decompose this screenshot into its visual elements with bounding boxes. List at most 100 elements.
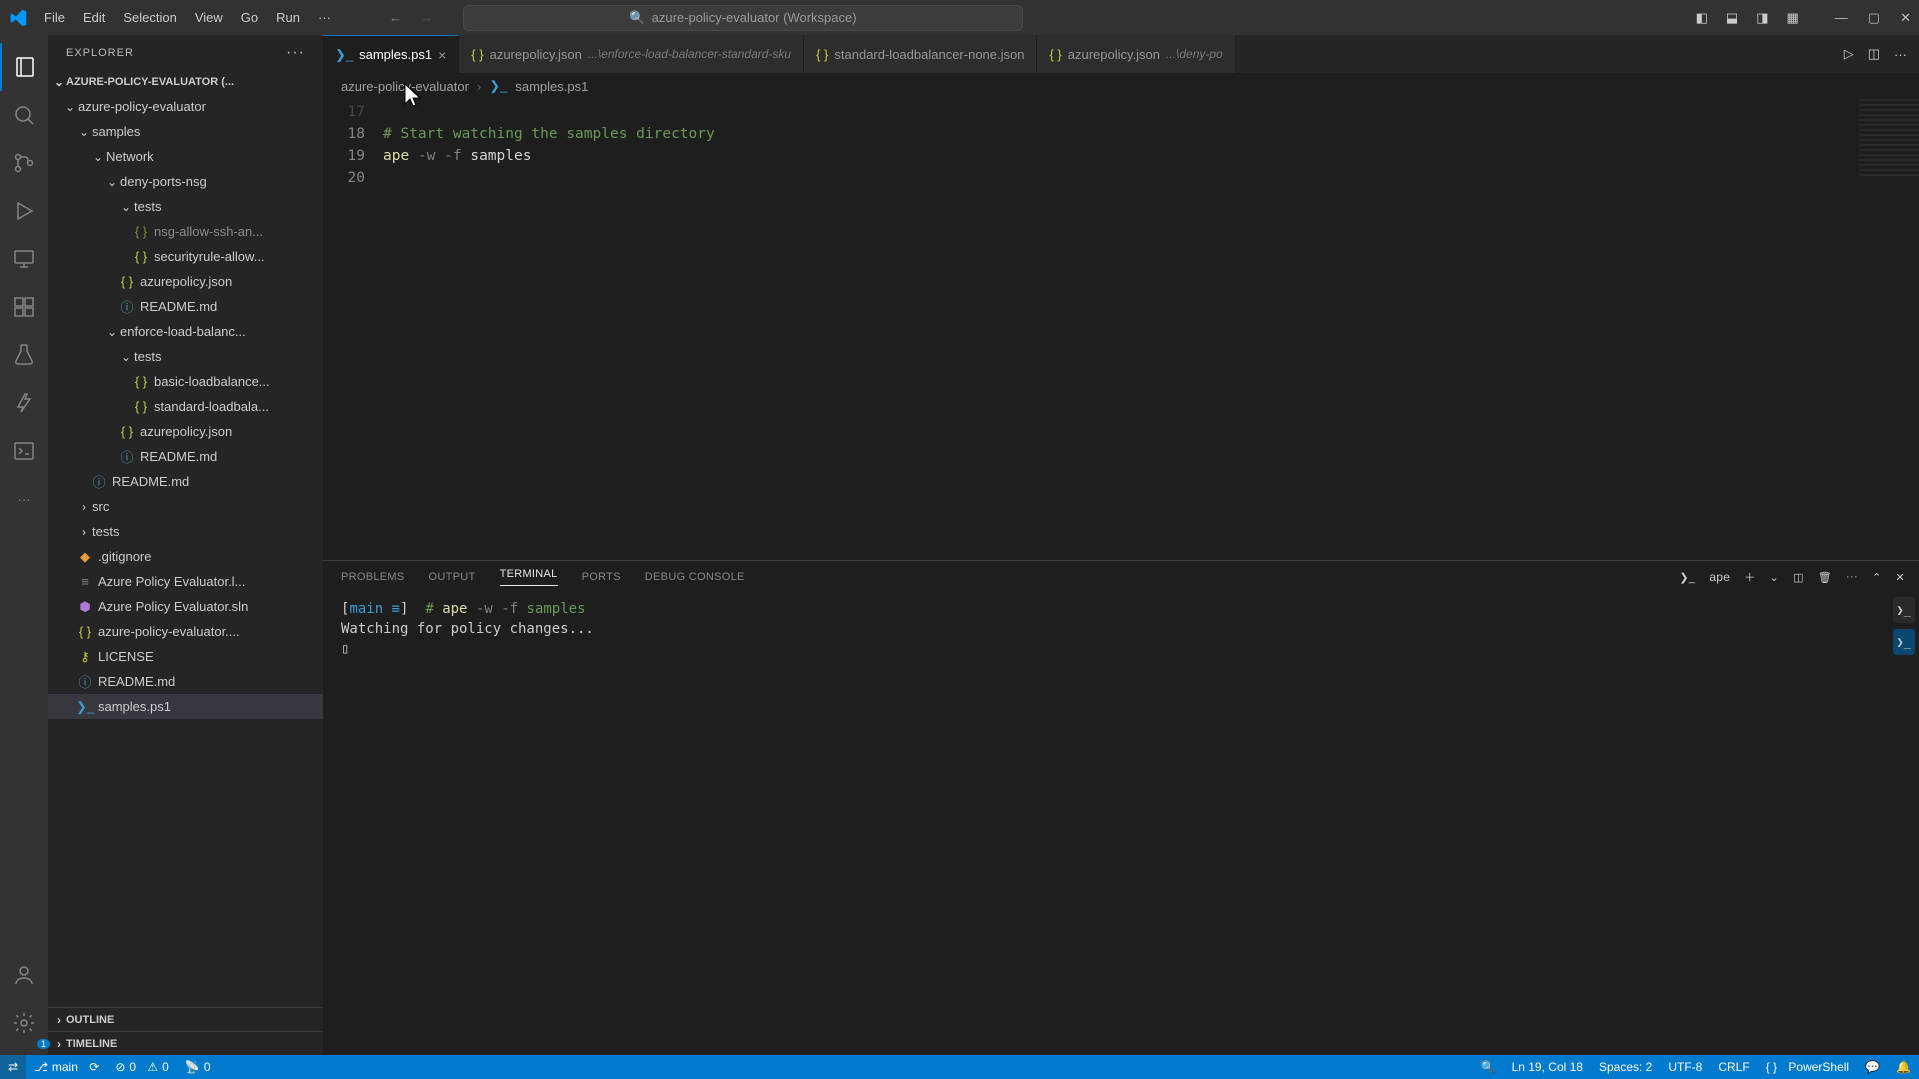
tab-standard-lb-none[interactable]: { } standard-loadbalancer-none.json <box>804 35 1037 73</box>
file-license[interactable]: ⚷LICENSE <box>48 644 323 669</box>
kill-terminal-icon[interactable]: 🗑 <box>1818 571 1832 584</box>
file-readme-2[interactable]: ⓘREADME.md <box>48 444 323 469</box>
nav-back-icon[interactable]: ← <box>389 10 402 25</box>
layout-customize-icon[interactable]: ▦ <box>1787 10 1799 26</box>
panel-tab-debug-console[interactable]: DEBUG CONSOLE <box>645 571 745 583</box>
terminal-side-icon-1[interactable]: ❯_ <box>1893 597 1915 623</box>
terminal-shell-icon[interactable]: ❯_ <box>1679 571 1695 584</box>
window-close-icon[interactable]: ✕ <box>1900 10 1911 26</box>
status-feedback-icon[interactable]: 💬 <box>1857 1060 1888 1074</box>
activity-azure-icon[interactable] <box>0 379 48 427</box>
panel-tab-problems[interactable]: PROBLEMS <box>341 571 405 583</box>
menu-edit[interactable]: Edit <box>75 6 113 29</box>
activity-settings-icon[interactable]: 1 <box>0 999 48 1047</box>
maximize-panel-icon[interactable]: ⌃ <box>1872 571 1882 584</box>
editor-more-icon[interactable]: ··· <box>1894 47 1907 62</box>
layout-toggle-right-icon[interactable]: ◨ <box>1756 10 1768 26</box>
folder-tests-2[interactable]: ⌄tests <box>48 344 323 369</box>
activity-extensions-icon[interactable] <box>0 283 48 331</box>
menu-more[interactable]: ··· <box>310 6 339 29</box>
explorer-more-icon[interactable]: ··· <box>286 44 305 62</box>
activity-more-icon[interactable]: ··· <box>0 475 48 523</box>
menu-run[interactable]: Run <box>268 6 308 29</box>
folder-tests-1[interactable]: ⌄tests <box>48 194 323 219</box>
file-azurepolicy-2[interactable]: { }azurepolicy.json <box>48 419 323 444</box>
terminal-label[interactable]: ape <box>1709 570 1730 584</box>
panel-tab-output[interactable]: OUTPUT <box>429 571 476 583</box>
file-basic-lb[interactable]: { }basic-loadbalance... <box>48 369 323 394</box>
editor-body[interactable]: 17 18 19 20 # Start watching the samples… <box>323 99 1919 560</box>
folder-src[interactable]: ›src <box>48 494 323 519</box>
status-language[interactable]: { } PowerShell <box>1758 1060 1857 1074</box>
remote-indicator[interactable]: ⇄ <box>0 1055 26 1079</box>
folder-network[interactable]: ⌄Network <box>48 144 323 169</box>
activity-run-debug-icon[interactable] <box>0 187 48 235</box>
window-minimize-icon[interactable]: — <box>1835 10 1848 26</box>
file-gitignore[interactable]: ◆.gitignore <box>48 544 323 569</box>
status-branch[interactable]: ⎇main ⟳ <box>26 1060 107 1074</box>
status-encoding[interactable]: UTF-8 <box>1660 1060 1710 1074</box>
close-panel-icon[interactable]: ✕ <box>1895 571 1905 584</box>
activity-accounts-icon[interactable] <box>0 951 48 999</box>
folder-tests-3[interactable]: ›tests <box>48 519 323 544</box>
breadcrumb-segment[interactable]: samples.ps1 <box>515 79 588 94</box>
layout-toggle-left-icon[interactable]: ◧ <box>1696 10 1708 26</box>
activity-remote-explorer-icon[interactable] <box>0 235 48 283</box>
folder-deny-ports-nsg[interactable]: ⌄deny-ports-nsg <box>48 169 323 194</box>
status-notifications-icon[interactable]: 🔔 <box>1888 1060 1919 1074</box>
file-ape-l[interactable]: ≡Azure Policy Evaluator.l... <box>48 569 323 594</box>
status-eol[interactable]: CRLF <box>1710 1060 1757 1074</box>
file-ape-json[interactable]: { }azure-policy-evaluator.... <box>48 619 323 644</box>
tab-samples-ps1[interactable]: ❯_ samples.ps1 × <box>323 35 459 73</box>
file-samples-ps1[interactable]: ❯_samples.ps1 <box>48 694 323 719</box>
file-ape-sln[interactable]: ⬢Azure Policy Evaluator.sln <box>48 594 323 619</box>
panel-more-icon[interactable]: ··· <box>1846 571 1858 583</box>
breadcrumb-segment[interactable]: azure-policy-evaluator <box>341 79 469 94</box>
menu-view[interactable]: View <box>187 6 231 29</box>
menu-go[interactable]: Go <box>233 6 266 29</box>
tab-azurepolicy-1[interactable]: { } azurepolicy.json ...\enforce-load-ba… <box>459 35 804 73</box>
activity-search-icon[interactable] <box>0 91 48 139</box>
window-maximize-icon[interactable]: ▢ <box>1868 10 1880 26</box>
status-ports[interactable]: 📡0 <box>177 1060 219 1074</box>
split-editor-icon[interactable]: ◫ <box>1868 46 1880 62</box>
activity-explorer-icon[interactable] <box>0 43 48 91</box>
command-center[interactable]: 🔍 azure-policy-evaluator (Workspace) <box>463 5 1023 31</box>
file-readme-1[interactable]: ⓘREADME.md <box>48 294 323 319</box>
file-standard-lb[interactable]: { }standard-loadbala... <box>48 394 323 419</box>
activity-terminal-icon[interactable] <box>0 427 48 475</box>
folder-enforce-lb[interactable]: ⌄enforce-load-balanc... <box>48 319 323 344</box>
timeline-section-header[interactable]: › TIMELINE <box>48 1031 323 1055</box>
status-zoom[interactable]: 🔍 <box>1473 1060 1504 1074</box>
new-terminal-icon[interactable]: ＋ <box>1744 569 1755 585</box>
outline-section-header[interactable]: › OUTLINE <box>48 1007 323 1031</box>
minimap[interactable] <box>1859 99 1919 179</box>
nav-forward-icon[interactable]: → <box>420 10 433 25</box>
activity-source-control-icon[interactable] <box>0 139 48 187</box>
workspace-section-header[interactable]: ⌄ AZURE-POLICY-EVALUATOR (... <box>48 70 323 94</box>
file-readme-3[interactable]: ⓘREADME.md <box>48 469 323 494</box>
close-icon[interactable]: × <box>438 47 446 63</box>
file-readme-4[interactable]: ⓘREADME.md <box>48 669 323 694</box>
activity-testing-icon[interactable] <box>0 331 48 379</box>
run-file-icon[interactable]: ▷ <box>1844 46 1854 62</box>
breadcrumb[interactable]: azure-policy-evaluator › ❯_ samples.ps1 <box>323 73 1919 99</box>
layout-toggle-bottom-icon[interactable]: ⬓ <box>1726 10 1738 26</box>
menu-selection[interactable]: Selection <box>115 6 184 29</box>
folder-root[interactable]: ⌄azure-policy-evaluator <box>48 94 323 119</box>
terminal-dropdown-icon[interactable]: ⌄ <box>1770 571 1780 584</box>
tab-azurepolicy-2[interactable]: { } azurepolicy.json ...\deny-po <box>1037 35 1235 73</box>
menu-file[interactable]: File <box>36 6 73 29</box>
terminal-body[interactable]: [main ≡] # ape -w -f samples Watching fo… <box>323 593 1919 1055</box>
panel-tab-ports[interactable]: PORTS <box>582 571 621 583</box>
file-azurepolicy-1[interactable]: { }azurepolicy.json <box>48 269 323 294</box>
panel-tab-terminal[interactable]: TERMINAL <box>500 568 558 586</box>
status-spaces[interactable]: Spaces: 2 <box>1591 1060 1660 1074</box>
terminal-side-icon-2[interactable]: ❯_ <box>1893 629 1915 655</box>
folder-samples[interactable]: ⌄samples <box>48 119 323 144</box>
split-terminal-icon[interactable]: ◫ <box>1793 571 1804 584</box>
code-content[interactable]: # Start watching the samples directory a… <box>383 99 1919 560</box>
file-nsg-allow-ssh[interactable]: { }nsg-allow-ssh-an... <box>48 219 323 244</box>
file-securityrule-allow[interactable]: { }securityrule-allow... <box>48 244 323 269</box>
status-problems[interactable]: ⊘0 ⚠0 <box>107 1060 177 1074</box>
